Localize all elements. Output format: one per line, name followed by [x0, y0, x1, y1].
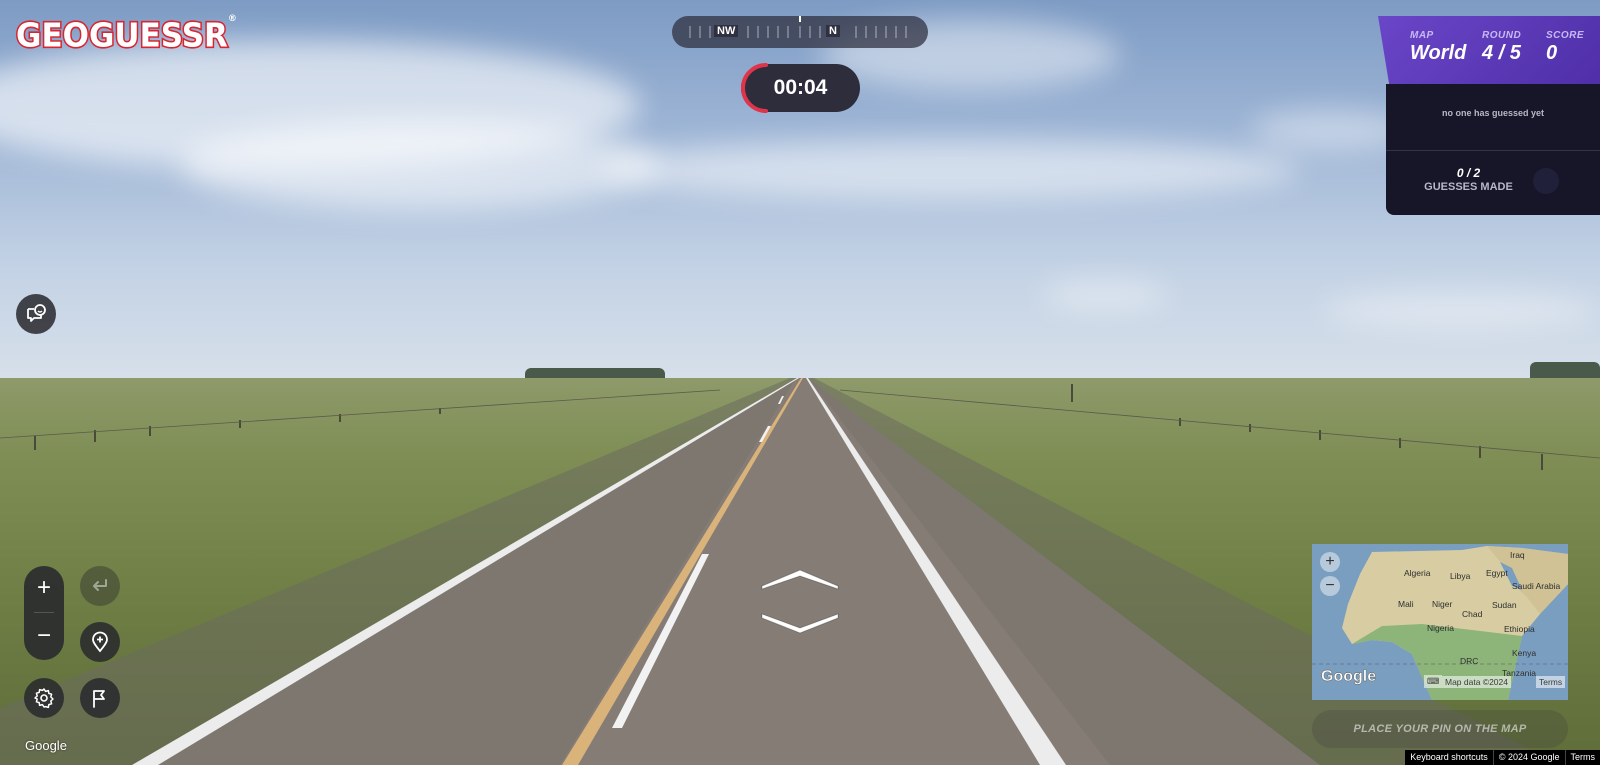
- map-status: MAP World: [1410, 30, 1466, 65]
- return-to-start-button[interactable]: [80, 622, 120, 662]
- round-label: ROUND: [1482, 30, 1522, 41]
- map-label-saudi-arabia: Saudi Arabia: [1512, 581, 1561, 591]
- minimap-google-logo: Google: [1321, 668, 1377, 685]
- zoom-in-button[interactable]: +: [24, 566, 64, 610]
- registered-mark: ®: [227, 14, 237, 24]
- round-timer: 00:04: [741, 63, 860, 113]
- move-forward-arrow[interactable]: [760, 568, 840, 590]
- logo-text: GEOGUESSR: [15, 16, 230, 57]
- settings-button[interactable]: [24, 678, 64, 718]
- compass[interactable]: NW N: [672, 16, 928, 48]
- chat-button[interactable]: [16, 294, 56, 334]
- compass-label-n: N: [826, 25, 840, 37]
- minimap-terms-link[interactable]: Terms: [1536, 676, 1566, 688]
- map-label: MAP: [1410, 30, 1434, 41]
- map-label-ethiopia: Ethiopia: [1504, 624, 1535, 634]
- map-value: World: [1410, 42, 1467, 64]
- terms-link[interactable]: Terms: [1564, 750, 1600, 765]
- map-label-sudan: Sudan: [1492, 600, 1517, 610]
- sky: [0, 0, 1600, 382]
- score-status: SCORE 0: [1546, 30, 1584, 65]
- game-status-bar: MAP World ROUND 4 / 5 SCORE 0: [1378, 16, 1600, 84]
- player-avatar: [1533, 168, 1559, 194]
- zoom-out-button[interactable]: −: [24, 614, 64, 658]
- map-label-mali: Mali: [1398, 599, 1414, 609]
- map-footer: Keyboard shortcuts © 2024 Google Terms: [1405, 750, 1600, 765]
- tree-line: [525, 368, 665, 378]
- compass-label-nw: NW: [714, 25, 739, 37]
- map-label-kenya: Kenya: [1512, 648, 1537, 658]
- timer-value: 00:04: [773, 76, 828, 99]
- copyright-text: © 2024 Google: [1492, 750, 1565, 765]
- guesses-count: 0 / 2: [1456, 166, 1481, 180]
- zoom-controls: + −: [24, 566, 64, 660]
- map-label-nigeria: Nigeria: [1427, 623, 1454, 633]
- map-label-libya: Libya: [1450, 571, 1471, 581]
- chat-icon: [27, 304, 46, 322]
- geoguessr-logo[interactable]: GEOGUESSR ®: [15, 14, 237, 57]
- map-label-niger: Niger: [1432, 599, 1453, 609]
- move-backward-arrow[interactable]: [760, 612, 840, 634]
- map-label-iraq: Iraq: [1510, 550, 1525, 560]
- keyboard-icon[interactable]: ⌨: [1424, 675, 1443, 688]
- minimap-map-data: Map data ©2024: [1442, 676, 1511, 688]
- score-value: 0: [1546, 42, 1558, 64]
- place-pin-button[interactable]: PLACE YOUR PIN ON THE MAP: [1312, 710, 1568, 748]
- panel-divider: [1386, 150, 1600, 151]
- map-label-algeria: Algeria: [1404, 568, 1431, 578]
- undo-move-button[interactable]: [80, 566, 120, 606]
- report-flag-button[interactable]: [80, 678, 120, 718]
- tree-line: [1530, 362, 1600, 378]
- compass-heading-marker: [799, 16, 801, 22]
- minimap-zoom-in-button[interactable]: +: [1320, 552, 1340, 572]
- streetview-google-logo: Google: [25, 738, 67, 753]
- keyboard-shortcuts-link[interactable]: Keyboard shortcuts: [1405, 750, 1493, 765]
- guess-minimap[interactable]: Iraq Algeria Libya Egypt Saudi Arabia Ma…: [1312, 544, 1568, 700]
- round-value: 4 / 5: [1482, 42, 1521, 64]
- guess-status-panel: no one has guessed yet 0 / 2 GUESSES MAD…: [1386, 84, 1600, 215]
- map-label-chad: Chad: [1462, 609, 1483, 619]
- guess-message: no one has guessed yet: [1441, 108, 1545, 118]
- minimap-zoom-out-button[interactable]: −: [1320, 576, 1340, 596]
- guesses-label: GUESSES MADE: [1424, 181, 1513, 193]
- undo-arrow-icon: [93, 579, 107, 591]
- round-status: ROUND 4 / 5: [1482, 30, 1521, 65]
- location-pin-icon: [92, 631, 108, 653]
- map-label-drc: DRC: [1460, 656, 1479, 666]
- gear-icon: [34, 688, 54, 709]
- zoom-divider: [34, 612, 54, 613]
- flag-icon: [93, 690, 105, 708]
- score-label: SCORE: [1546, 30, 1585, 41]
- map-label-egypt: Egypt: [1486, 568, 1508, 578]
